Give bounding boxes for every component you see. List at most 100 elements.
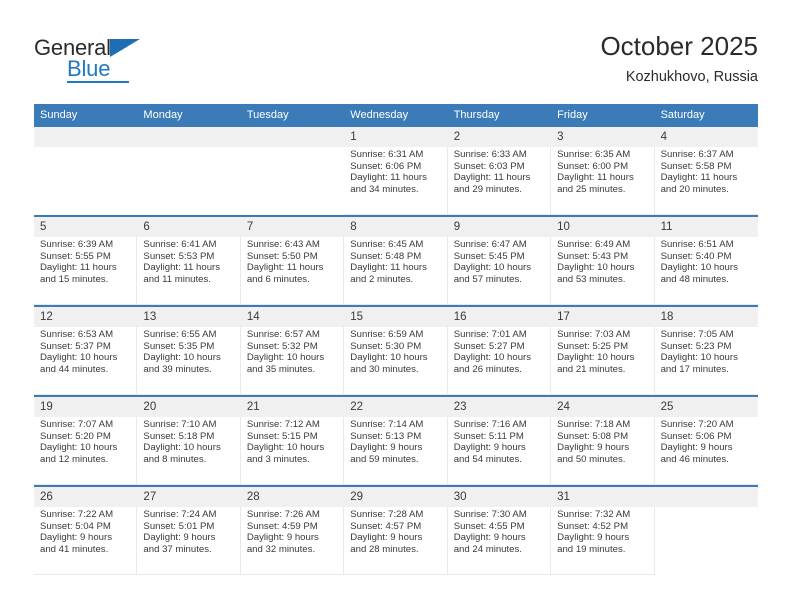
day-number[interactable]: 26 (34, 487, 138, 508)
day-cell[interactable]: Sunrise: 6:37 AM Sunset: 5:58 PM Daylight:… (654, 147, 758, 216)
daylight-text-line2: and 59 minutes. (350, 453, 419, 465)
sunset-text: Sunset: 5:48 PM (350, 250, 422, 262)
day-number[interactable]: 7 (241, 217, 345, 238)
day-cell[interactable]: Sunrise: 6:35 AM Sunset: 6:00 PM Daylight:… (551, 147, 655, 216)
day-cell[interactable]: Sunrise: 7:28 AM Sunset: 4:57 PM Daylight:… (344, 507, 448, 576)
day-cell[interactable]: Sunrise: 7:24 AM Sunset: 5:01 PM Daylight:… (137, 507, 241, 576)
sunrise-text: Sunrise: 7:32 AM (557, 509, 631, 521)
day-number[interactable]: 12 (34, 307, 138, 328)
day-cell[interactable]: Sunrise: 6:33 AM Sunset: 6:03 PM Daylight:… (447, 147, 552, 216)
day-number[interactable]: 9 (448, 217, 552, 238)
day-number[interactable]: 13 (137, 307, 241, 328)
daylight-text-line1: Daylight: 11 hours (453, 172, 531, 184)
sunset-text: Sunset: 5:37 PM (40, 340, 111, 352)
day-cell[interactable]: Sunrise: 6:31 AM Sunset: 6:06 PM Daylight:… (344, 147, 448, 216)
daylight-text-line1: Daylight: 9 hours (350, 442, 423, 454)
day-cell[interactable]: Sunrise: 6:55 AM Sunset: 5:35 PM Daylight:… (137, 327, 241, 396)
day-cell[interactable]: Sunrise: 7:10 AM Sunset: 5:18 PM Daylight:… (137, 417, 241, 486)
day-cell[interactable]: Sunrise: 7:03 AM Sunset: 5:25 PM Daylight:… (551, 327, 655, 396)
sunrise-text: Sunrise: 6:37 AM (660, 149, 734, 161)
day-cell[interactable]: Sunrise: 7:20 AM Sunset: 5:06 PM Daylight:… (654, 417, 758, 486)
sunrise-text: Sunrise: 7:01 AM (453, 329, 527, 341)
day-cell[interactable]: Sunrise: 7:32 AM Sunset: 4:52 PM Daylight:… (551, 507, 655, 576)
day-number[interactable]: 28 (241, 487, 345, 508)
daylight-text-line1: Daylight: 11 hours (350, 262, 427, 274)
weekday-header-sunday: Sunday (40, 109, 78, 121)
daylight-text-line2: and 39 minutes. (143, 363, 212, 375)
day-number[interactable]: 18 (655, 307, 758, 327)
sunset-text: Sunset: 5:18 PM (143, 430, 215, 442)
day-cell[interactable]: Sunrise: 7:07 AM Sunset: 5:20 PM Daylight:… (34, 417, 138, 486)
week-day-bodies: Sunrise: 6:31 AM Sunset: 6:06 PM Daylight:… (34, 147, 758, 216)
day-cell[interactable]: Sunrise: 6:41 AM Sunset: 5:53 PM Daylight:… (137, 237, 241, 306)
day-number[interactable]: 5 (34, 217, 138, 238)
daylight-text-line1: Daylight: 9 hours (660, 442, 733, 454)
day-cell[interactable]: Sunrise: 7:14 AM Sunset: 5:13 PM Daylight:… (344, 417, 448, 486)
day-cell[interactable]: Sunrise: 7:16 AM Sunset: 5:11 PM Daylight:… (447, 417, 552, 486)
day-number[interactable]: 2 (448, 127, 552, 148)
day-number[interactable]: 24 (551, 397, 655, 418)
sunrise-text: Sunrise: 7:28 AM (350, 509, 424, 521)
day-number[interactable]: 16 (448, 307, 552, 328)
logo-underline (67, 81, 129, 83)
day-cell[interactable]: Sunrise: 6:51 AM Sunset: 5:40 PM Daylight:… (654, 237, 758, 306)
day-cell[interactable]: Sunrise: 6:53 AM Sunset: 5:37 PM Daylight:… (34, 327, 138, 396)
day-cell[interactable]: Sunrise: 7:12 AM Sunset: 5:15 PM Daylight:… (240, 417, 345, 486)
sunset-text: Sunset: 5:06 PM (660, 430, 732, 442)
sunrise-text: Sunrise: 7:14 AM (350, 419, 424, 431)
day-number[interactable]: 10 (551, 217, 655, 238)
weekday-header-thursday: Thursday (453, 109, 500, 121)
day-number[interactable]: 14 (241, 307, 345, 328)
daylight-text-line2: and 30 minutes. (350, 363, 419, 375)
day-cell[interactable]: Sunrise: 6:57 AM Sunset: 5:32 PM Daylight:… (240, 327, 345, 396)
calendar-week-row: 5 6 7 8 9 10 11 Sunrise: 6:39 AM Sunset: 5:55 PM… (34, 215, 758, 306)
triangle-icon (110, 39, 140, 57)
day-number[interactable]: 11 (655, 217, 758, 237)
day-number[interactable]: 15 (344, 307, 448, 328)
day-number[interactable]: 31 (551, 487, 655, 508)
day-cell[interactable]: Sunrise: 7:01 AM Sunset: 5:27 PM Daylight:… (447, 327, 552, 396)
daylight-text-line2: and 41 minutes. (40, 543, 109, 555)
day-number[interactable]: 1 (344, 127, 448, 148)
day-number[interactable]: 23 (448, 397, 552, 418)
calendar-weeks: 1 2 3 4 Sunrise: 6:31 AM Sunset: 6:06 PM Dayli… (34, 127, 758, 576)
day-number[interactable]: 21 (241, 397, 345, 418)
day-cell[interactable]: Sunrise: 7:18 AM Sunset: 5:08 PM Daylight:… (551, 417, 655, 486)
day-number[interactable]: 19 (34, 397, 138, 418)
day-number[interactable]: 22 (344, 397, 448, 418)
day-number[interactable]: 17 (551, 307, 655, 328)
daylight-text-line2: and 46 minutes. (660, 453, 729, 465)
day-cell[interactable]: Sunrise: 6:59 AM Sunset: 5:30 PM Daylight:… (344, 327, 448, 396)
sunrise-text: Sunrise: 6:55 AM (143, 329, 217, 341)
daylight-text-line1: Daylight: 10 hours (143, 442, 221, 454)
day-number[interactable]: 8 (344, 217, 448, 238)
day-number[interactable]: 20 (137, 397, 241, 418)
sunset-text: Sunset: 6:06 PM (350, 160, 422, 172)
day-cell[interactable]: Sunrise: 6:39 AM Sunset: 5:55 PM Daylight:… (34, 237, 138, 306)
day-cell[interactable]: Sunrise: 6:45 AM Sunset: 5:48 PM Daylight:… (344, 237, 448, 306)
day-number[interactable]: 29 (344, 487, 448, 508)
daylight-text-line1: Daylight: 10 hours (350, 352, 428, 364)
day-cell[interactable]: Sunrise: 7:26 AM Sunset: 4:59 PM Daylight:… (240, 507, 345, 576)
day-number[interactable]: 3 (551, 127, 655, 148)
day-number[interactable]: 25 (655, 397, 758, 417)
week-day-bodies: Sunrise: 6:39 AM Sunset: 5:55 PM Daylight:… (34, 237, 758, 306)
daylight-text-line1: Daylight: 11 hours (350, 172, 427, 184)
sunset-text: Sunset: 5:20 PM (40, 430, 111, 442)
daylight-text-line2: and 11 minutes. (143, 273, 211, 285)
day-number[interactable]: 30 (448, 487, 552, 508)
weekday-header-tuesday: Tuesday (246, 109, 289, 121)
day-cell[interactable]: Sunrise: 6:47 AM Sunset: 5:45 PM Daylight:… (447, 237, 552, 306)
day-cell[interactable]: Sunrise: 6:43 AM Sunset: 5:50 PM Daylight:… (240, 237, 345, 306)
day-number[interactable]: 4 (655, 127, 758, 147)
day-cell[interactable]: Sunrise: 6:49 AM Sunset: 5:43 PM Daylight:… (551, 237, 655, 306)
daylight-text-line2: and 32 minutes. (246, 543, 316, 555)
day-number[interactable]: 27 (137, 487, 241, 508)
daylight-text-line2: and 19 minutes. (557, 543, 626, 555)
sunrise-text: Sunrise: 6:59 AM (350, 329, 424, 341)
day-cell[interactable]: Sunrise: 7:30 AM Sunset: 4:55 PM Daylight:… (447, 507, 552, 576)
general-blue-logo[interactable]: General Blue (34, 30, 164, 88)
day-cell[interactable]: Sunrise: 7:05 AM Sunset: 5:23 PM Daylight:… (654, 327, 758, 396)
day-cell[interactable]: Sunrise: 7:22 AM Sunset: 5:04 PM Daylight:… (34, 507, 138, 576)
day-number[interactable]: 6 (137, 217, 241, 238)
